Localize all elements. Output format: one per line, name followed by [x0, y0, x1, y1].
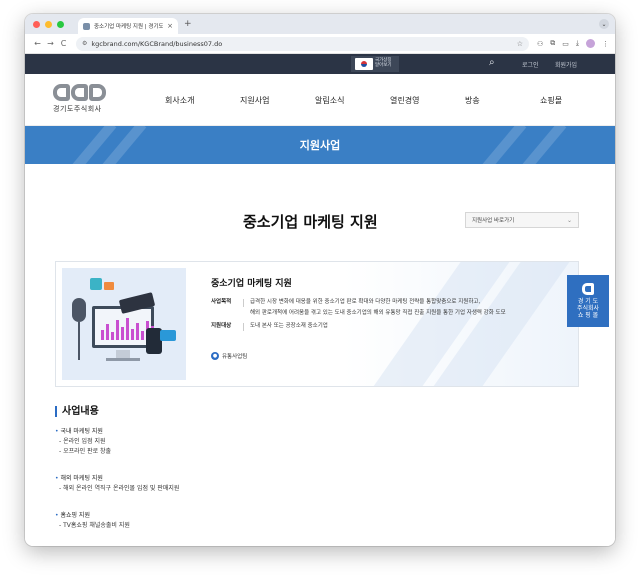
quick-link-line: 쇼 핑 몰 [577, 312, 599, 319]
business-sub-item: TV홈쇼핑 채널송출비 지원 [55, 521, 585, 531]
url-field[interactable]: ⚙ kgcbrand.com/KGCBrand/business07.do ☆ [76, 36, 529, 51]
target-value: 도내 본사 또는 공장소재 중소기업 [250, 323, 328, 329]
logo-text: 경기도주식회사 [53, 105, 102, 113]
signup-link[interactable]: 회원가입 [555, 60, 577, 69]
business-content: 사업내용 국내 마케팅 지원 온라인 입점 지원 오프라인 판로 창출 해외 마… [55, 406, 585, 546]
list-item: 국내 마케팅 지원 온라인 입점 지원 오프라인 판로 창출 [55, 427, 585, 457]
marketing-illustration [62, 268, 186, 380]
section-banner: 지원사업 [25, 126, 615, 164]
business-sub-item: 온라인 입점 지원 [55, 437, 585, 447]
quick-nav-label: 지원사업 바로가기 [472, 218, 515, 224]
page: 중소기업 마케팅 지원 | 경기도주식회사 × + ⌄ ← → C ⚙ kgcb… [0, 0, 640, 578]
national-symbol-text: 국가상징 알아보기 [375, 58, 392, 68]
user-icon: ● [211, 352, 219, 360]
chevron-down-icon: ⌄ [566, 216, 572, 224]
site-header: 경기도주식회사 회사소개 지원사업 알림소식 열린경영 방송 쇼핑몰 [25, 74, 615, 126]
business-item: 홈쇼핑 지원 [55, 511, 585, 521]
purpose-row: 사업목적 급격한 시장 변화에 대응을 위한 중소기업 판로 확대와 다양한 마… [211, 297, 571, 319]
main-nav: 회사소개 지원사업 알림소식 열린경영 방송 쇼핑몰 [165, 95, 615, 106]
nav-item-management[interactable]: 열린경영 [390, 95, 465, 106]
national-symbol-link[interactable]: 국가상징 알아보기 [351, 56, 399, 72]
department-tag: ● 유통사업팀 [211, 352, 247, 360]
quick-nav-select[interactable]: 지원사업 바로가기 ⌄ [465, 212, 579, 228]
target-row: 지원대상 도내 본사 또는 공장소재 중소기업 [211, 321, 571, 332]
program-title: 중소기업 마케팅 지원 [211, 279, 292, 289]
new-tab-button[interactable]: + [184, 19, 192, 29]
quick-link-line: 주식회사 [576, 305, 600, 312]
browser-window: 중소기업 마케팅 지원 | 경기도주식회사 × + ⌄ ← → C ⚙ kgcb… [25, 14, 615, 546]
tab-close-icon[interactable]: × [167, 22, 173, 30]
business-sub-item: 해외 온라인 역직구 온라인몰 입점 및 판매지원 [55, 484, 585, 494]
login-link[interactable]: 로그인 [522, 60, 539, 69]
purpose-label: 사업목적 [211, 299, 232, 305]
nav-item-support[interactable]: 지원사업 [240, 95, 315, 106]
microphone-stand [78, 322, 80, 360]
play-icon [160, 330, 176, 341]
close-window-button[interactable] [33, 20, 40, 28]
extension-icon[interactable]: ⚇ [537, 40, 543, 48]
logo-mark-icon [53, 84, 109, 101]
nav-item-company[interactable]: 회사소개 [165, 95, 240, 106]
divider [243, 323, 244, 331]
tab-bar: 중소기업 마케팅 지원 | 경기도주식회사 × + ⌄ [25, 14, 615, 34]
banner-stripe [473, 126, 527, 164]
url-text[interactable]: kgcbrand.com/KGCBrand/business07.do [91, 40, 512, 48]
forward-button[interactable]: → [44, 39, 57, 48]
program-details: 중소기업 마케팅 지원 사업목적 급격한 시장 변화에 대응을 위한 중소기업 … [211, 276, 571, 332]
purpose-value: 급격한 시장 변화에 대응을 위한 중소기업 판로 확대와 다양한 마케팅 전략… [250, 297, 571, 319]
business-item: 해외 마케팅 지원 [55, 474, 585, 484]
site-info-icon[interactable]: ⚙ [82, 40, 87, 47]
sidebar-icon[interactable]: ▭ [562, 40, 569, 48]
department-name: 유통사업팀 [222, 354, 248, 360]
business-list: 국내 마케팅 지원 온라인 입점 지원 오프라인 판로 창출 해외 마케팅 지원… [55, 427, 585, 531]
browser-tab[interactable]: 중소기업 마케팅 지원 | 경기도주식회사 × [78, 18, 178, 34]
logo-mark-icon [582, 283, 594, 295]
address-bar: ← → C ⚙ kgcbrand.com/KGCBrand/business07… [25, 34, 615, 54]
minimize-window-button[interactable] [45, 20, 52, 28]
tab-title: 중소기업 마케팅 지원 | 경기도주식회사 [94, 24, 164, 30]
puzzle-icon[interactable]: ⧉ [550, 39, 555, 48]
reload-button[interactable]: C [57, 39, 70, 48]
search-icon[interactable]: ⌕ [489, 57, 495, 68]
zoom-window-button[interactable] [57, 20, 64, 28]
section-heading: 사업내용 [55, 406, 585, 417]
bookmark-star-icon[interactable]: ☆ [517, 40, 523, 48]
menu-kebab-icon[interactable]: ⋮ [602, 40, 609, 48]
profile-avatar[interactable] [586, 39, 595, 48]
nav-item-broadcast[interactable]: 방송 [465, 95, 540, 106]
website: 국가상징 알아보기 ⌕ 로그인 회원가입 경기도주식회사 회사소개 지원사업 알… [25, 54, 615, 546]
site-logo[interactable]: 경기도주식회사 [53, 84, 109, 118]
korean-flag-icon [355, 58, 373, 70]
quick-link-line: 경 기 도 [577, 298, 599, 305]
microphone-icon [72, 298, 86, 322]
business-sub-item: 오프라인 판로 창출 [55, 447, 585, 457]
list-item: 해외 마케팅 지원 해외 온라인 역직구 온라인몰 입점 및 판매지원 [55, 474, 585, 494]
monitor-base [106, 358, 140, 361]
sticker-icon [90, 278, 102, 290]
purpose-line: 해외 판로개척에 어려움을 겪고 있는 도내 중소기업의 해외 유통망 직접 진… [250, 310, 506, 316]
page-title: 중소기업 마케팅 지원 [243, 213, 378, 231]
window-controls [33, 20, 64, 28]
utility-bar: 국가상징 알아보기 ⌕ 로그인 회원가입 [25, 54, 615, 74]
sticker-icon [104, 282, 114, 290]
toolbar-icons: ⚇ ⧉ ▭ ⤓ ⋮ [537, 39, 609, 48]
target-label: 지원대상 [211, 323, 232, 329]
download-icon[interactable]: ⤓ [576, 39, 579, 48]
tab-search-icon[interactable]: ⌄ [599, 19, 609, 29]
banner-title: 지원사업 [299, 139, 341, 152]
shopping-mall-quick-link[interactable]: 경 기 도 주식회사 쇼 핑 몰 [567, 275, 609, 327]
list-item: 홈쇼핑 지원 TV홈쇼핑 채널송출비 지원 [55, 511, 585, 531]
program-card: 중소기업 마케팅 지원 사업목적 급격한 시장 변화에 대응을 위한 중소기업 … [55, 261, 579, 387]
business-item: 국내 마케팅 지원 [55, 427, 585, 437]
purpose-line: 급격한 시장 변화에 대응을 위한 중소기업 판로 확대와 다양한 마케팅 전략… [250, 299, 481, 305]
nav-item-shop[interactable]: 쇼핑몰 [540, 95, 615, 106]
nav-item-news[interactable]: 알림소식 [315, 95, 390, 106]
back-button[interactable]: ← [31, 39, 44, 48]
divider [243, 299, 244, 307]
favicon-icon [83, 22, 90, 30]
